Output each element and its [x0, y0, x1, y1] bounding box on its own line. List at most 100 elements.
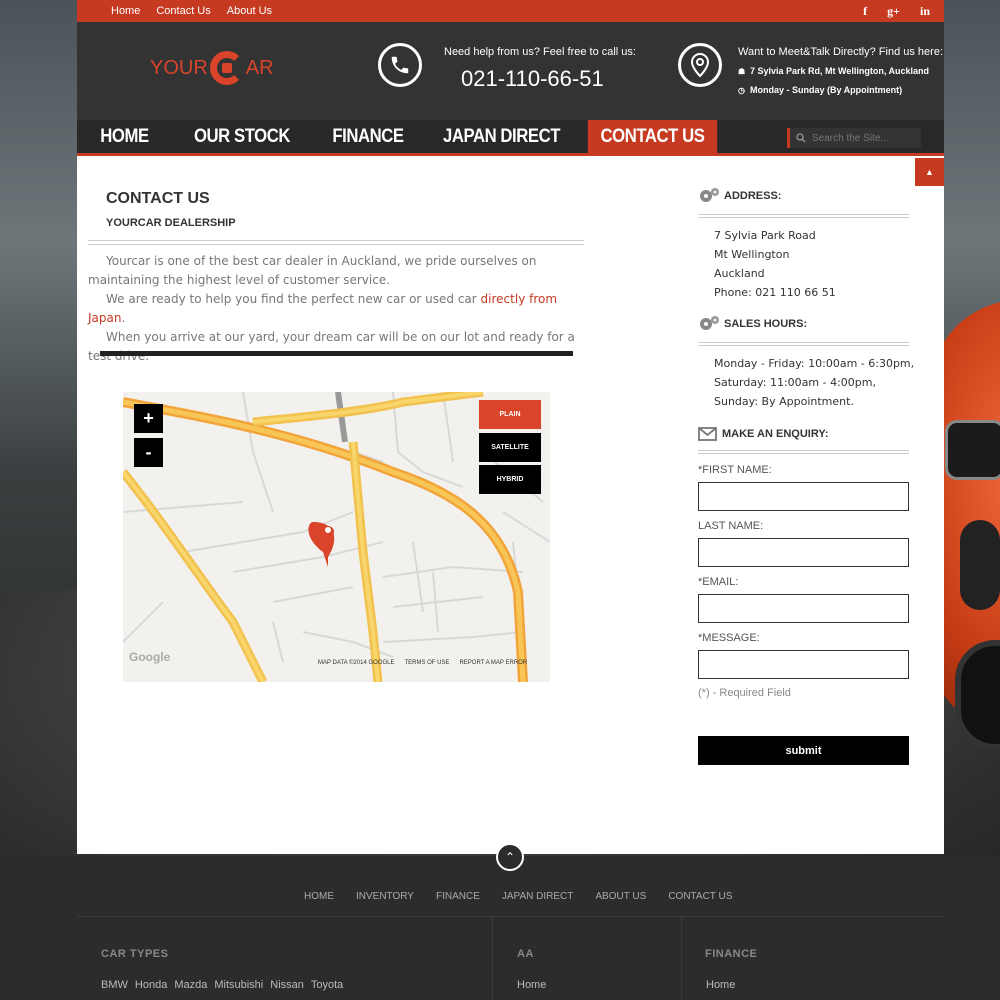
thick-divider — [100, 351, 573, 356]
search-input[interactable] — [812, 132, 912, 144]
footer-finance-heading: FINANCE — [705, 948, 758, 960]
map-type-hybrid[interactable]: HYBRID — [479, 465, 541, 494]
last-name-field[interactable] — [698, 538, 909, 567]
site-logo[interactable]: YOUR AR — [150, 48, 274, 88]
facebook-icon[interactable]: f — [863, 4, 867, 19]
footer-aa-link-home[interactable]: Home — [517, 979, 546, 991]
footer-finance-links: Home — [706, 979, 735, 991]
header-address-text: 7 Sylvia Park Rd, Mt Wellington, Aucklan… — [750, 66, 930, 76]
nav-item-home[interactable]: HOME — [83, 120, 167, 153]
logo-text-left: YOUR — [150, 56, 208, 79]
footer-link-finance[interactable]: FINANCE — [436, 891, 480, 902]
hours-block: Monday - Friday: 10:00am - 6:30pm, Satur… — [714, 354, 914, 411]
address-line-1: 7 Sylvia Park Road — [714, 229, 816, 242]
address-divider — [698, 214, 909, 218]
page-title: CONTACT US — [106, 190, 210, 207]
top-bar: Home Contact Us About Us f g+ in — [77, 0, 944, 22]
search-box — [787, 128, 921, 148]
first-name-label: *FIRST NAME: — [698, 464, 772, 476]
map-credits: MAP DATA ©2014 GOOGLE TERMS OF USE REPOR… — [318, 660, 527, 666]
footer-link-mazda[interactable]: Mazda — [174, 979, 207, 991]
footer-link-about-us[interactable]: ABOUT US — [595, 891, 646, 902]
clock-icon: ◷ — [738, 86, 745, 95]
submit-button[interactable]: submit — [698, 736, 909, 765]
address-heading-text: ADDRESS: — [724, 190, 782, 202]
main-nav: HOME OUR STOCK FINANCE JAPAN DIRECT CONT… — [77, 120, 944, 156]
intro-paragraph-1: Yourcar is one of the best car dealer in… — [88, 254, 537, 287]
main-content: ▲ CONTACT US YOURCAR DEALERSHIP Yourcar … — [77, 156, 944, 854]
social-links: f g+ in — [863, 4, 930, 19]
map-type-plain[interactable]: PLAIN — [479, 400, 541, 429]
map-data-credit: MAP DATA ©2014 GOOGLE — [318, 660, 395, 666]
chevron-up-icon[interactable]: ⌃ — [496, 843, 524, 871]
gears-icon — [700, 188, 719, 202]
footer-link-honda[interactable]: Honda — [135, 979, 167, 991]
footer-link-home[interactable]: HOME — [304, 891, 334, 902]
footer-divider — [77, 916, 944, 917]
address-phone: Phone: 021 110 66 51 — [714, 286, 836, 299]
top-link-home[interactable]: Home — [111, 5, 140, 17]
enquiry-heading-text: MAKE AN ENQUIRY: — [722, 428, 829, 440]
footer-finance-link-home[interactable]: Home — [706, 979, 735, 991]
footer-nav: HOME INVENTORY FINANCE JAPAN DIRECT ABOU… — [304, 891, 732, 902]
footer-column-divider — [492, 916, 493, 1000]
enquiry-heading: MAKE AN ENQUIRY: — [698, 426, 829, 442]
hours-divider — [698, 342, 909, 346]
google-plus-icon[interactable]: g+ — [887, 4, 900, 19]
home-icon: ☗ — [738, 67, 746, 76]
gears-icon — [700, 316, 719, 330]
footer-link-bmw[interactable]: BMW — [101, 979, 128, 991]
message-field[interactable] — [698, 650, 909, 679]
envelope-icon — [698, 427, 717, 441]
zoom-out-button[interactable]: - — [134, 438, 163, 467]
footer-car-types-links: BMW Honda Mazda Mitsubishi Nissan Toyota — [101, 979, 343, 991]
meet-text: Want to Meet&Talk Directly? Find us here… — [738, 46, 944, 58]
page-subtitle: YOURCAR DEALERSHIP — [106, 217, 236, 229]
nav-item-contact-us[interactable]: CONTACT US — [587, 120, 718, 153]
google-map[interactable]: + - PLAIN SATELLITE HYBRID Google MAP DA… — [123, 392, 550, 682]
address-heading: ADDRESS: — [698, 186, 781, 206]
top-link-about[interactable]: About Us — [227, 5, 272, 17]
triangle-up-icon: ▲ — [925, 167, 934, 177]
nav-item-our-stock[interactable]: OUR STOCK — [180, 120, 303, 153]
nav-item-japan-direct[interactable]: JAPAN DIRECT — [433, 120, 569, 153]
zoom-in-button[interactable]: + — [134, 404, 163, 433]
address-block: 7 Sylvia Park Road Mt Wellington Aucklan… — [714, 226, 836, 302]
top-link-contact[interactable]: Contact Us — [156, 5, 210, 17]
footer-link-mitsubishi[interactable]: Mitsubishi — [214, 979, 263, 991]
hours-weekday: Monday - Friday: 10:00am - 6:30pm, — [714, 357, 915, 370]
footer-aa-heading: AA — [517, 948, 534, 960]
terms-of-use-link[interactable]: TERMS OF USE — [404, 660, 449, 666]
top-links: Home Contact Us About Us — [111, 5, 272, 17]
first-name-field[interactable] — [698, 482, 909, 511]
footer-link-nissan[interactable]: Nissan — [270, 979, 304, 991]
car-grille — [945, 420, 1000, 480]
footer-link-japan-direct[interactable]: JAPAN DIRECT — [502, 891, 574, 902]
footer-column-divider — [681, 916, 682, 1000]
intro-paragraph-2-end: . — [121, 311, 126, 325]
hours-heading: SALES HOURS: — [698, 314, 807, 334]
car-lamp — [960, 520, 1000, 610]
linkedin-icon[interactable]: in — [920, 4, 930, 19]
last-name-label: LAST NAME: — [698, 520, 764, 532]
phone-number[interactable]: 021-110-66-51 — [461, 66, 604, 92]
page-container: Home Contact Us About Us f g+ in YOUR AR… — [77, 0, 944, 854]
footer-link-toyota[interactable]: Toyota — [311, 979, 343, 991]
email-field[interactable] — [698, 594, 909, 623]
location-pin-icon — [678, 43, 722, 87]
report-map-error-link[interactable]: REPORT A MAP ERROR — [459, 660, 527, 666]
scroll-top-button[interactable]: ▲ — [915, 158, 944, 186]
google-logo: Google — [129, 650, 171, 664]
map-type-satellite[interactable]: SATELLITE — [479, 433, 541, 462]
header-address: ☗ 7 Sylvia Park Rd, Mt Wellington, Auckla… — [738, 66, 929, 76]
nav-item-finance[interactable]: FINANCE — [319, 120, 418, 153]
footer-link-inventory[interactable]: INVENTORY — [356, 891, 414, 902]
header-hours-text: Monday - Sunday (By Appointment) — [750, 85, 903, 95]
address-line-2: Mt Wellington — [714, 248, 790, 261]
car-wheel — [955, 640, 1000, 750]
footer-aa-links: Home — [517, 979, 546, 991]
footer-link-contact-us[interactable]: CONTACT US — [668, 891, 732, 902]
site-header: YOUR AR Need help from us? Feel free to … — [77, 22, 944, 120]
site-footer: ⌃ HOME INVENTORY FINANCE JAPAN DIRECT AB… — [0, 843, 1000, 1000]
divider — [88, 240, 584, 245]
